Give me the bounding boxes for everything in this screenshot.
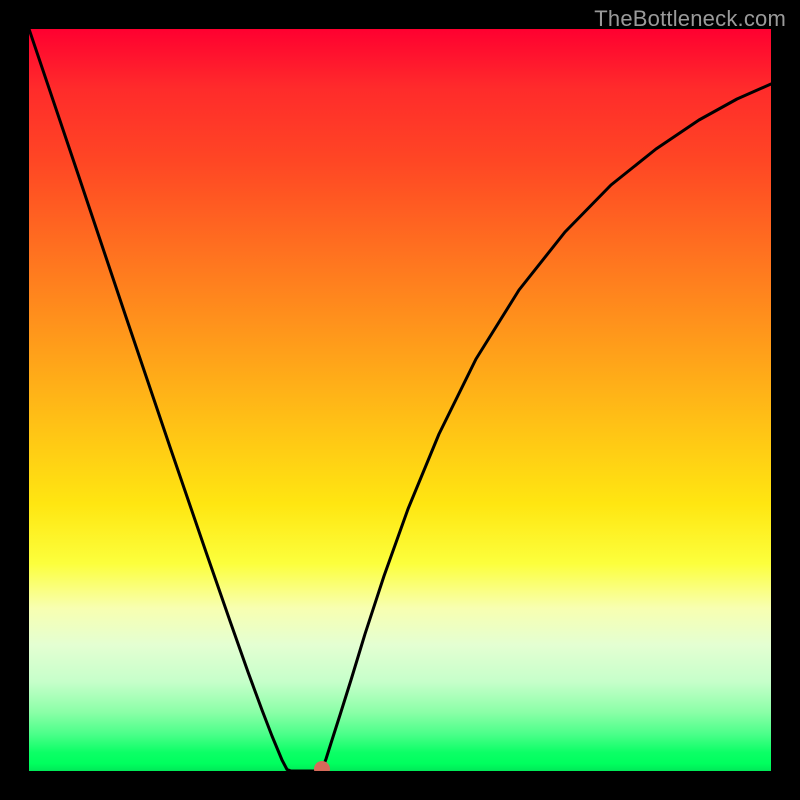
chart-svg-layer [29,29,771,771]
bottleneck-curve [29,29,771,771]
chart-frame: TheBottleneck.com [0,0,800,800]
optimal-point-marker [314,761,330,771]
watermark-text: TheBottleneck.com [594,6,786,32]
